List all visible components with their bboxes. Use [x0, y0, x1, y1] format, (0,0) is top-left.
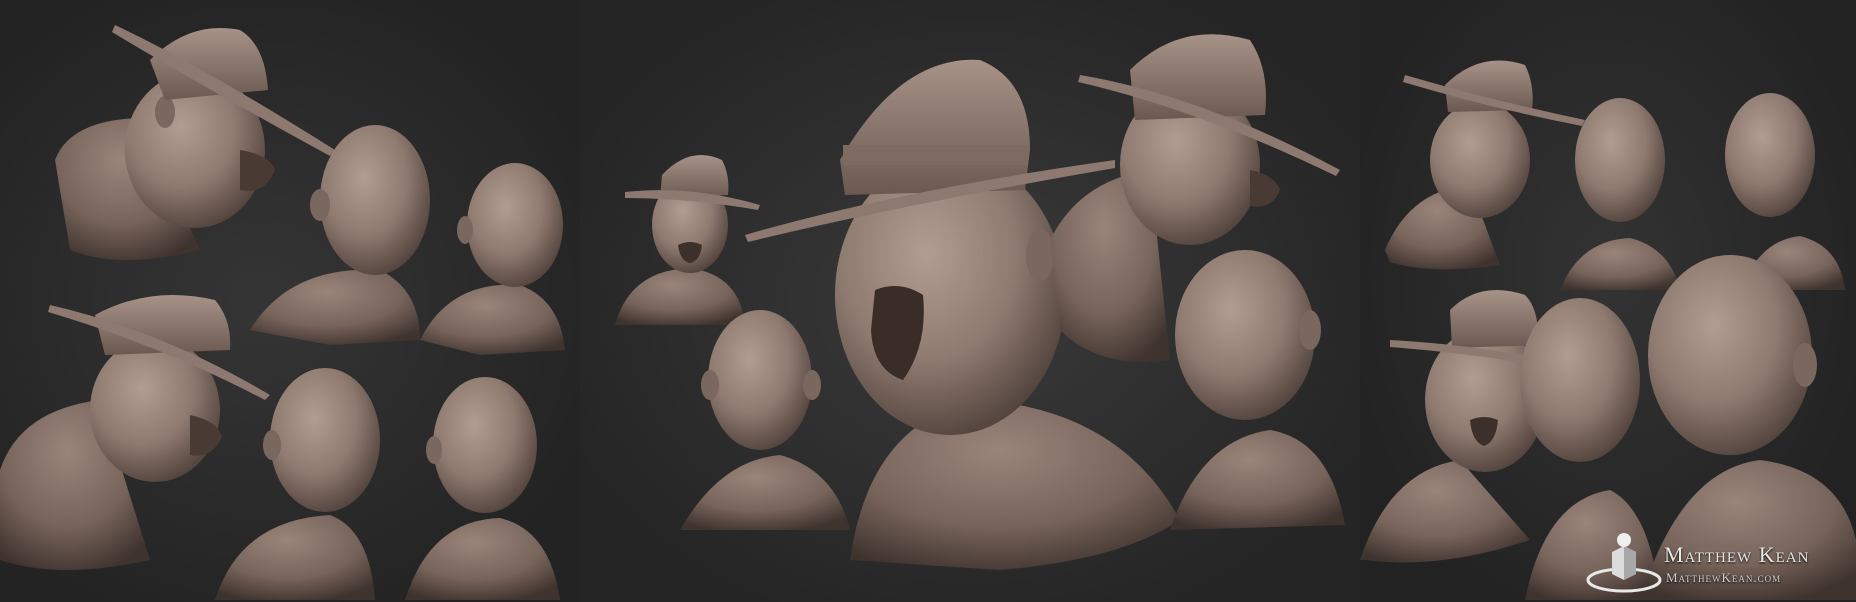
watermark-name: Matthew Kean	[1664, 542, 1810, 567]
bust-bald-smile-center	[1170, 250, 1345, 530]
bust-hat-profile-bottom	[0, 295, 270, 570]
bust-bald-closed-1	[420, 163, 565, 355]
watermark-url: MatthewKean.com	[1666, 570, 1782, 585]
bust-bald-grimace-right	[1560, 98, 1680, 290]
sculpt-showcase: Matthew Kean MatthewKean.com	[0, 0, 1856, 602]
bust-bald-grimace-2	[215, 368, 380, 600]
bust-bald-grimace-1	[250, 125, 430, 345]
bust-bald-closed-center	[680, 310, 850, 530]
bust-bald-closed-2	[405, 377, 560, 600]
bust-hat-small-front	[615, 155, 760, 325]
bust-hat-profile-top	[55, 25, 335, 260]
sculpt-layer	[0, 25, 1856, 600]
bust-hat-small-right	[1385, 60, 1585, 270]
watermark: Matthew Kean MatthewKean.com	[1584, 530, 1844, 594]
logo-icon	[1586, 533, 1662, 593]
